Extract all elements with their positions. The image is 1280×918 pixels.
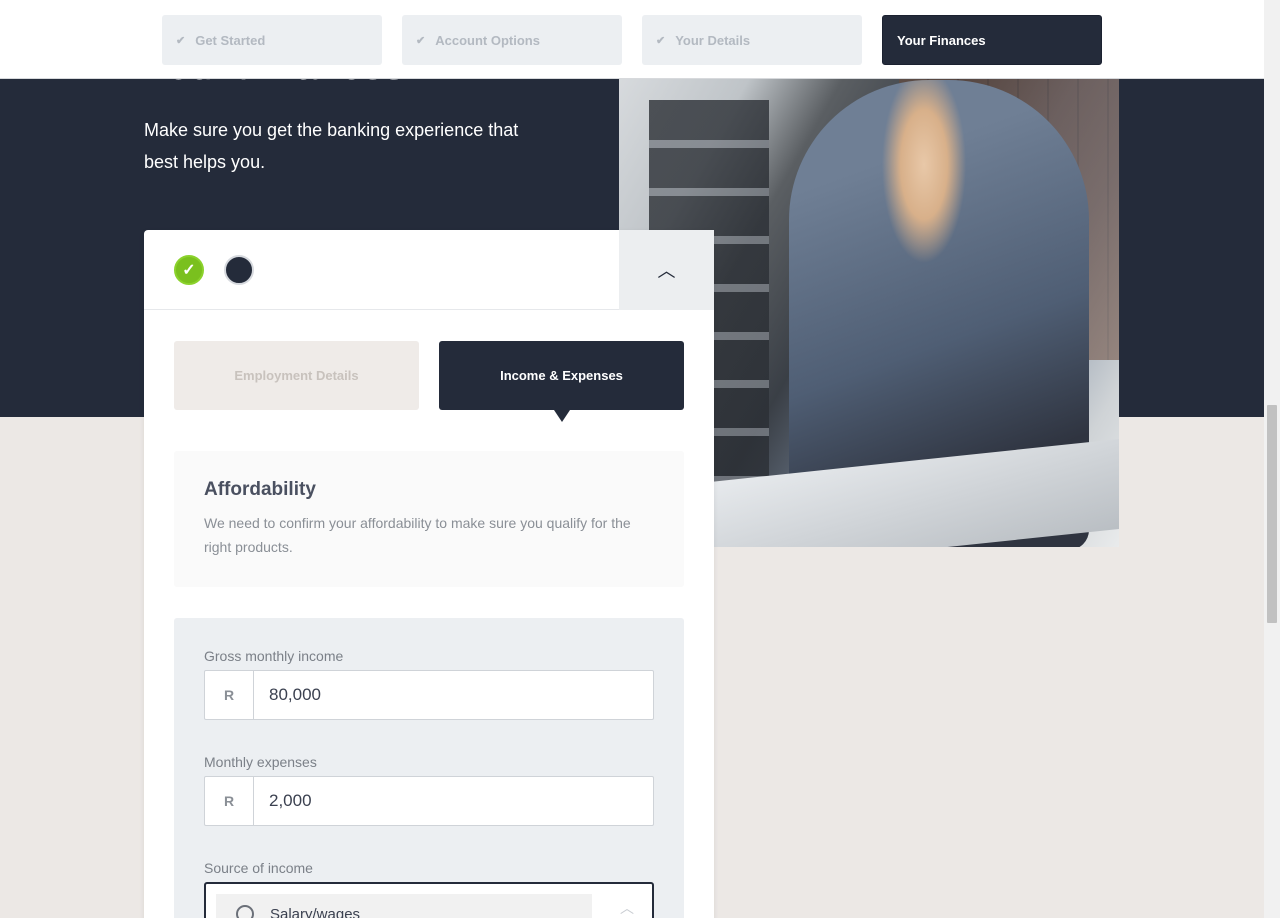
step-your-finances[interactable]: Your Finances	[882, 15, 1102, 65]
step-get-started[interactable]: ✔ Get Started	[162, 15, 382, 65]
scrollbar-thumb[interactable]	[1267, 405, 1277, 623]
affordability-title: Affordability	[204, 479, 316, 500]
check-icon: ✔	[416, 34, 426, 47]
gross-income-field: R	[204, 670, 654, 720]
tab-employment-details[interactable]: Employment Details	[174, 341, 419, 410]
expenses-field: R	[204, 776, 654, 826]
tab-income-expenses[interactable]: Income & Expenses	[439, 341, 684, 422]
step-label: Your Finances	[897, 32, 986, 48]
card-header: ✓ ︿	[144, 230, 714, 310]
step-account-options[interactable]: ✔ Account Options	[402, 15, 622, 65]
source-option-salary[interactable]: Salary/wages	[216, 894, 592, 918]
gross-income-input[interactable]	[254, 671, 653, 719]
currency-prefix: R	[205, 671, 254, 719]
source-of-income-select[interactable]: Salary/wages ︿	[204, 882, 654, 918]
source-label: Source of income	[204, 860, 313, 876]
radio-button[interactable]	[236, 905, 254, 918]
finances-card: ✓ ︿ Employment Details Income & Expenses…	[144, 230, 714, 918]
page-scrollbar[interactable]	[1264, 0, 1280, 918]
page-subtitle: Make sure you get the banking experience…	[144, 120, 519, 172]
step-label: Account Options	[435, 32, 540, 48]
progress-steps-bar: ✔ Get Started ✔ Account Options ✔ Your D…	[0, 0, 1264, 79]
check-icon: ✔	[176, 34, 186, 47]
expenses-label: Monthly expenses	[204, 754, 317, 770]
step-your-details[interactable]: ✔ Your Details	[642, 15, 862, 65]
source-option-label: Salary/wages	[270, 905, 361, 918]
current-step-dot	[224, 255, 254, 285]
step-label: Get Started	[195, 32, 266, 48]
chevron-up-icon: ︿	[657, 261, 676, 281]
chevron-up-icon[interactable]: ︿	[620, 898, 634, 918]
income-form: Gross monthly income R Monthly expenses …	[174, 618, 684, 918]
expenses-input[interactable]	[254, 777, 653, 825]
check-icon: ✔	[656, 34, 666, 47]
collapse-button[interactable]: ︿	[619, 230, 714, 310]
check-circle-icon: ✓	[174, 255, 204, 285]
affordability-panel: Affordability We need to confirm your af…	[174, 451, 684, 587]
step-label: Your Details	[675, 32, 751, 48]
affordability-description: We need to confirm your affordability to…	[204, 515, 631, 555]
gross-income-label: Gross monthly income	[204, 648, 344, 664]
currency-prefix: R	[205, 777, 254, 825]
